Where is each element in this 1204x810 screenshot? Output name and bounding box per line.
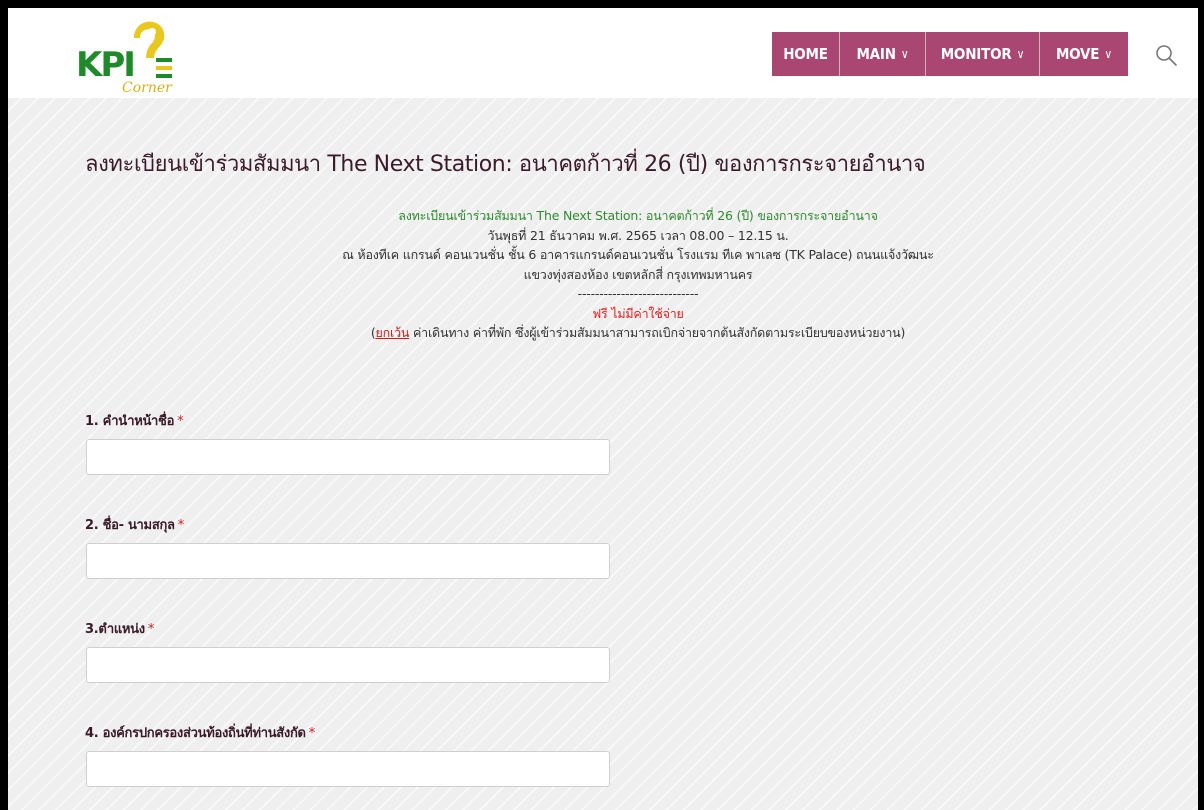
- field-label-text: 2. ชื่อ- นามสกุล: [85, 518, 175, 533]
- nav-monitor[interactable]: MONITOR ∨: [926, 32, 1040, 76]
- intro-exception-note: (ยกเว้น ค่าเดินทาง ค่าที่พัก ซึ่งผู้เข้า…: [238, 323, 1038, 343]
- organization-input[interactable]: [86, 751, 610, 787]
- field-title-prefix-label: 1. คำนำหน้าชื่อ *: [85, 410, 184, 431]
- chevron-down-icon: ∨: [900, 47, 909, 61]
- intro-divider: ----------------------------: [577, 286, 699, 301]
- nav-main-label: MAIN: [856, 45, 896, 63]
- intro-venue: ณ ห้องทีเค แกรนด์ คอนเวนชั่น ชั้น 6 อาคา…: [342, 247, 934, 262]
- logo-text: KPI: [76, 45, 134, 85]
- nav-home-label: HOME: [783, 45, 828, 63]
- required-mark: *: [177, 414, 184, 429]
- logo-bar-1: [156, 58, 172, 62]
- nav-monitor-label: MONITOR: [940, 45, 1012, 63]
- chevron-down-icon: ∨: [1016, 47, 1025, 61]
- chevron-down-icon: ∨: [1104, 47, 1113, 61]
- logo-bar-2: [156, 66, 172, 70]
- field-organization-label: 4. องค์กรปกครองส่วนท้องถิ่นที่ท่านสังกัด…: [85, 722, 315, 743]
- field-label-text: 1. คำนำหน้าชื่อ: [85, 414, 175, 429]
- page-title: ลงทะเบียนเข้าร่วมสัมมนา The Next Station…: [85, 152, 926, 177]
- intro-event-name: ลงทะเบียนเข้าร่วมสัมมนา The Next Station…: [398, 208, 878, 223]
- nav-move[interactable]: MOVE ∨: [1040, 32, 1128, 76]
- logo-subtext: Corner: [122, 80, 173, 96]
- field-label-text: 4. องค์กรปกครองส่วนท้องถิ่นที่ท่านสังกัด: [85, 726, 306, 741]
- field-position-label: 3.ตำแหน่ง *: [85, 618, 154, 639]
- position-input[interactable]: [86, 647, 610, 683]
- intro-exception-text: ค่าเดินทาง ค่าที่พัก ซึ่งผู้เข้าร่วมสัมม…: [409, 325, 906, 340]
- search-icon[interactable]: [1154, 43, 1178, 67]
- logo-bar-3: [156, 74, 172, 78]
- full-name-input[interactable]: [86, 543, 610, 579]
- required-mark: *: [147, 622, 155, 637]
- site-header: KPI Corner HOME MAIN ∨ MONITOR ∨ MOVE ∨: [8, 8, 1198, 98]
- logo-swirl-dot: [148, 28, 156, 36]
- field-label-text: 3.ตำแหน่ง: [85, 622, 145, 637]
- title-prefix-input[interactable]: [86, 439, 610, 475]
- required-mark: *: [177, 518, 185, 533]
- intro-date-time: วันพุธที่ 21 ธันวาคม พ.ศ. 2565 เวลา 08.0…: [487, 227, 789, 243]
- logo-swirl: [134, 21, 165, 58]
- main-nav: HOME MAIN ∨ MONITOR ∨ MOVE ∨: [772, 32, 1128, 76]
- required-mark: *: [308, 726, 316, 741]
- nav-main[interactable]: MAIN ∨: [840, 32, 926, 76]
- field-full-name-label: 2. ชื่อ- นามสกุล *: [85, 514, 184, 535]
- nav-home[interactable]: HOME: [772, 32, 840, 76]
- page-frame: KPI Corner HOME MAIN ∨ MONITOR ∨ MOVE ∨: [8, 8, 1198, 810]
- intro-exception-link[interactable]: ยกเว้น: [376, 325, 410, 340]
- intro-free-note: ฟรี ไม่มีค่าใช้จ่าย: [592, 305, 684, 321]
- event-intro: ลงทะเบียนเข้าร่วมสัมมนา The Next Station…: [238, 206, 1038, 343]
- nav-move-label: MOVE: [1055, 45, 1100, 63]
- kpi-corner-logo[interactable]: KPI Corner: [74, 16, 184, 96]
- intro-venue-district: แขวงทุ่งสองห้อง เขตหลักสี่ กรุงเทพมหานคร: [523, 266, 753, 282]
